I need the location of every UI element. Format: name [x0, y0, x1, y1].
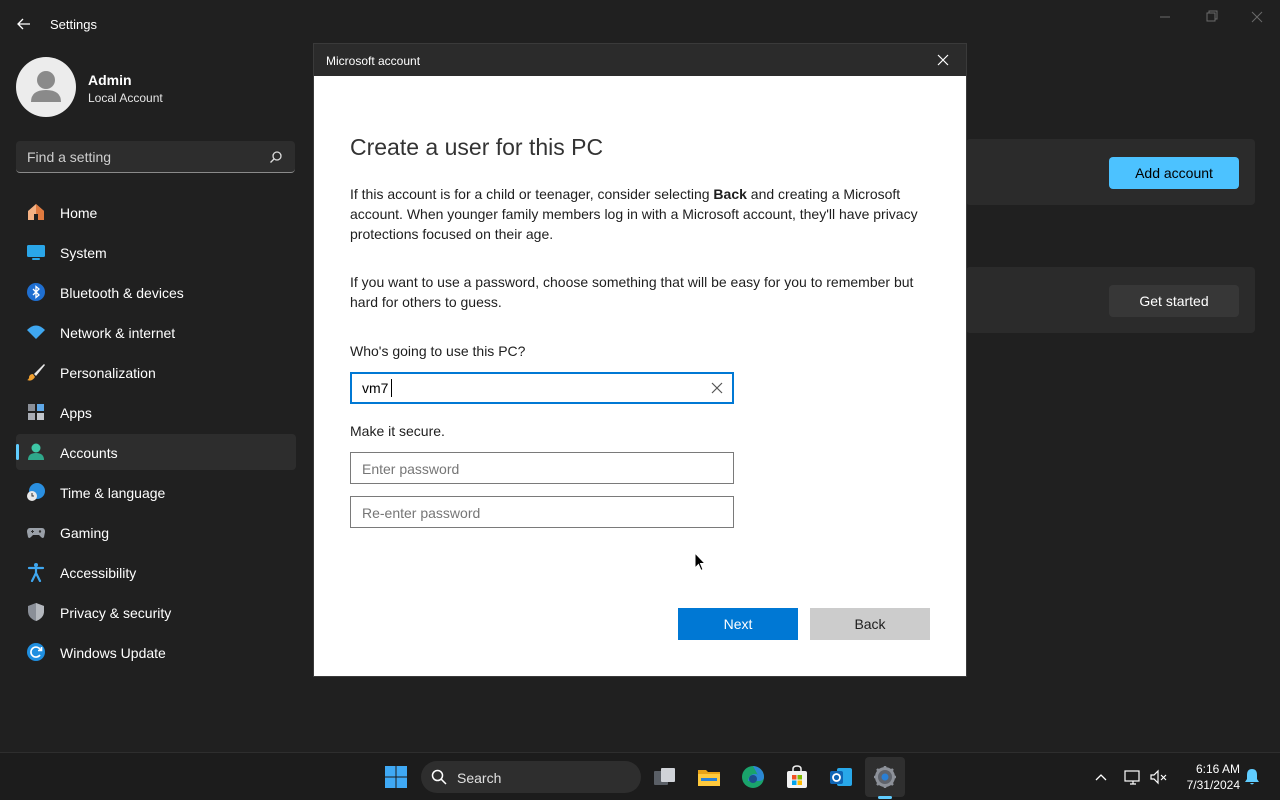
- search-icon: [431, 769, 447, 785]
- settings-gear-icon[interactable]: [873, 765, 897, 789]
- sidebar-item-label: System: [60, 245, 107, 261]
- clock-globe-icon: [27, 483, 45, 501]
- sidebar-item-network[interactable]: Network & internet: [16, 314, 296, 350]
- chevron-up-icon[interactable]: [1091, 767, 1111, 787]
- close-icon[interactable]: [930, 50, 956, 70]
- accounts-icon: [28, 443, 44, 460]
- sidebar-item-personalization[interactable]: Personalization: [16, 354, 296, 390]
- password-field[interactable]: Enter password: [350, 452, 734, 484]
- add-account-button[interactable]: Add account: [1109, 157, 1239, 189]
- profile-header: Admin Local Account: [16, 57, 296, 117]
- back-button[interactable]: Back: [810, 608, 930, 640]
- sidebar-item-label: Bluetooth & devices: [60, 285, 184, 301]
- next-button[interactable]: Next: [678, 608, 798, 640]
- sidebar-item-apps[interactable]: Apps: [16, 394, 296, 430]
- taskbar-search[interactable]: Search: [421, 761, 641, 793]
- dialog-title: Microsoft account: [326, 54, 421, 68]
- windows-start-icon[interactable]: [384, 765, 408, 789]
- user-avatar-icon: [31, 71, 61, 102]
- avatar: [16, 57, 76, 117]
- search-icon: [270, 151, 282, 163]
- find-setting-input[interactable]: Find a setting: [16, 141, 295, 173]
- sidebar-item-label: Gaming: [60, 525, 110, 541]
- create-user-dialog: Microsoft account Create a user for this…: [313, 43, 967, 677]
- sidebar-item-windows-update[interactable]: Windows Update: [16, 634, 296, 670]
- microsoft-store-icon[interactable]: [785, 765, 809, 789]
- username-value: vm7: [362, 380, 389, 396]
- wifi-icon: [27, 325, 45, 339]
- child-note-back-emphasis: Back: [713, 186, 747, 202]
- username-label: Who's going to use this PC?: [350, 343, 526, 359]
- notification-bell-icon[interactable]: [1242, 767, 1262, 787]
- sidebar-item-label: Time & language: [60, 485, 166, 501]
- edge-browser-icon[interactable]: [741, 765, 765, 789]
- mouse-pointer-icon: [694, 552, 706, 572]
- update-icon: [27, 643, 45, 661]
- sidebar-item-label: Privacy & security: [60, 605, 172, 621]
- file-explorer-icon[interactable]: [697, 765, 721, 789]
- clear-text-icon[interactable]: [710, 381, 724, 395]
- sidebar-item-label: Windows Update: [60, 645, 166, 661]
- taskbar: Search 6:16 AM 7/31/2024: [0, 752, 1280, 800]
- find-setting-placeholder: Find a setting: [27, 149, 112, 165]
- active-app-indicator: [878, 796, 892, 799]
- network-display-icon[interactable]: [1123, 767, 1143, 787]
- brush-icon: [27, 364, 45, 381]
- reenter-password-placeholder: Re-enter password: [362, 505, 481, 521]
- make-secure-label: Make it secure.: [350, 423, 445, 439]
- clock-time: 6:16 AM: [1195, 762, 1240, 776]
- sidebar-item-system[interactable]: System: [16, 234, 296, 270]
- child-account-note: If this account is for a child or teenag…: [350, 184, 940, 244]
- outlook-icon[interactable]: [829, 765, 853, 789]
- bluetooth-icon: [27, 283, 45, 301]
- sidebar-item-bluetooth[interactable]: Bluetooth & devices: [16, 274, 296, 310]
- sidebar-item-label: Personalization: [60, 365, 156, 381]
- password-placeholder: Enter password: [362, 461, 460, 477]
- sidebar-item-time-language[interactable]: Time & language: [16, 474, 296, 510]
- sidebar-item-accounts[interactable]: Accounts: [16, 434, 296, 470]
- volume-muted-icon[interactable]: [1148, 767, 1168, 787]
- dialog-heading: Create a user for this PC: [350, 134, 604, 160]
- app-title: Settings: [50, 17, 97, 32]
- sidebar-item-label: Accounts: [60, 445, 118, 461]
- back-arrow-icon[interactable]: [14, 14, 34, 34]
- close-window-icon[interactable]: [1242, 8, 1272, 26]
- accessibility-icon: [27, 563, 45, 582]
- clock-date: 7/31/2024: [1186, 778, 1240, 792]
- taskbar-clock[interactable]: 6:16 AM 7/31/2024: [1176, 761, 1240, 793]
- sidebar-item-label: Home: [60, 205, 98, 221]
- sidebar-item-privacy[interactable]: Privacy & security: [16, 594, 296, 630]
- restore-icon[interactable]: [1196, 8, 1226, 26]
- sidebar-item-label: Apps: [60, 405, 92, 421]
- home-icon: [28, 204, 44, 220]
- sidebar-item-accessibility[interactable]: Accessibility: [16, 554, 296, 590]
- profile-account-type: Local Account: [88, 91, 163, 105]
- sidebar-item-label: Network & internet: [60, 325, 176, 341]
- username-field[interactable]: vm7: [350, 372, 734, 404]
- dialog-titlebar: Microsoft account: [314, 44, 966, 76]
- minimize-icon[interactable]: [1150, 8, 1180, 26]
- reenter-password-field[interactable]: Re-enter password: [350, 496, 734, 528]
- gamepad-icon: [27, 528, 45, 538]
- sidebar-nav: Home System Bluetooth & devices Network …: [16, 194, 296, 674]
- system-icon: [27, 245, 45, 260]
- child-note-text-1: If this account is for a child or teenag…: [350, 186, 714, 202]
- profile-name: Admin: [88, 72, 132, 88]
- apps-icon: [28, 404, 44, 420]
- get-started-button[interactable]: Get started: [1109, 285, 1239, 317]
- shield-icon: [28, 603, 44, 621]
- taskbar-search-label: Search: [457, 770, 502, 786]
- sidebar-item-gaming[interactable]: Gaming: [16, 514, 296, 550]
- settings-titlebar: Settings: [0, 0, 1280, 48]
- sidebar-item-home[interactable]: Home: [16, 194, 296, 230]
- password-advice: If you want to use a password, choose so…: [350, 274, 914, 310]
- sidebar-item-label: Accessibility: [60, 565, 137, 581]
- task-view-icon[interactable]: [653, 765, 677, 789]
- text-caret: [391, 379, 392, 397]
